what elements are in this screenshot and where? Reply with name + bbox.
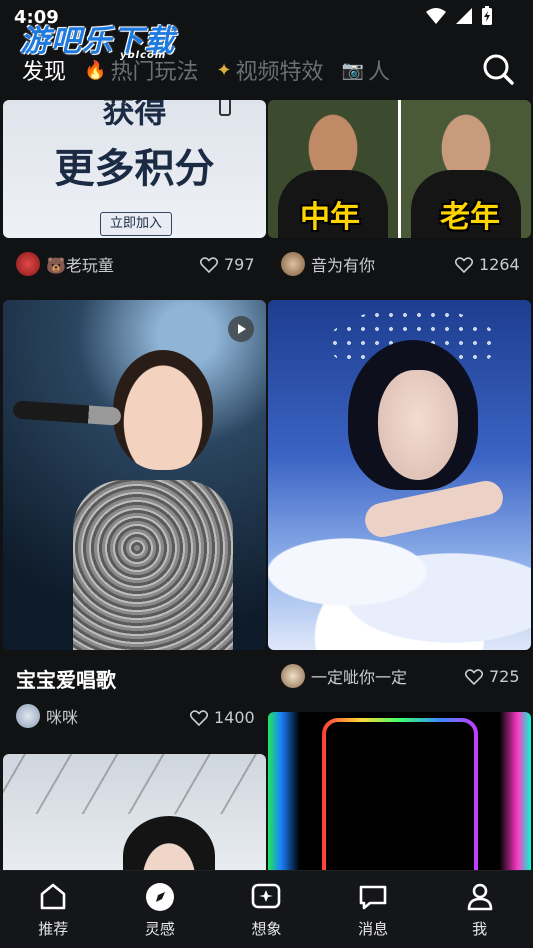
tab-label: 人	[367, 60, 390, 85]
system-icons	[425, 6, 493, 26]
nav-me[interactable]: 我	[426, 871, 533, 948]
snow-branches	[3, 754, 266, 814]
top-tabs: 发现 🔥 热门玩法 ✦ 视频特效 📷 人	[0, 50, 533, 90]
nav-imagine[interactable]: 想象	[213, 871, 320, 948]
feed-card-neon[interactable]	[267, 712, 533, 870]
fire-icon: 🔥	[84, 59, 107, 81]
author-name: 音为有你	[311, 256, 376, 275]
compass-icon	[145, 883, 174, 911]
like-count[interactable]: 797	[200, 255, 255, 274]
tab-label: 视频特效	[235, 60, 324, 85]
avatar	[16, 704, 40, 728]
card-author[interactable]: 🐻老玩童	[16, 252, 114, 276]
signal-icon	[456, 8, 472, 24]
wifi-icon	[426, 8, 446, 24]
nav-label: 想象	[251, 920, 282, 938]
avatar	[281, 252, 305, 276]
neon-image	[268, 712, 531, 870]
sparkle-box-icon	[252, 883, 281, 909]
singing-image	[3, 300, 266, 650]
label-middle-age: 中年	[300, 200, 360, 235]
neon-frame	[322, 718, 478, 870]
card-title: 宝宝爱唱歌	[16, 668, 116, 692]
girl-face	[113, 350, 213, 470]
author-name: 一定呲你一定	[311, 668, 408, 687]
nav-label: 推荐	[38, 920, 69, 938]
content-feed[interactable]: 获得 更多积分 立即加入 🐻老玩童 797 中年 老年 音为有你 1264 宝宝…	[0, 100, 533, 870]
sparkle-icon: ✦	[216, 59, 232, 81]
like-count[interactable]: 725	[465, 667, 520, 686]
bottom-navigation: 推荐 灵感 想象 消息 我	[0, 870, 533, 948]
tab-label: 发现	[22, 60, 67, 85]
like-count[interactable]: 1264	[455, 255, 520, 274]
camera-icon: 📷	[341, 59, 364, 81]
battery-icon	[482, 6, 492, 25]
like-count[interactable]: 1400	[190, 708, 255, 727]
divider	[398, 100, 401, 238]
like-number: 1264	[479, 255, 520, 274]
promo-line2: 更多积分	[54, 146, 215, 192]
like-number: 1400	[214, 708, 255, 727]
author-name: 🐻老玩童	[46, 256, 114, 275]
snow-woman-head	[123, 816, 215, 870]
author-name: 咪咪	[46, 708, 79, 727]
tab-video-effects[interactable]: ✦ 视频特效	[216, 54, 323, 86]
snow-image	[3, 754, 266, 870]
woman-face	[378, 370, 458, 480]
label-old-age: 老年	[440, 200, 500, 235]
heart-icon	[200, 256, 218, 273]
fantasy-image	[268, 300, 531, 650]
avatar	[16, 252, 40, 276]
tab-portrait[interactable]: 📷 人	[342, 54, 390, 86]
nav-label: 我	[472, 920, 488, 938]
feed-card-snow[interactable]	[0, 754, 266, 870]
promo-image: 获得 更多积分 立即加入	[3, 100, 266, 238]
feed-card-fantasy[interactable]: 一定呲你一定 725	[267, 300, 533, 700]
tab-discover[interactable]: 发现	[22, 54, 66, 86]
feed-card-singing[interactable]: 宝宝爱唱歌 咪咪 1400	[0, 300, 266, 740]
message-icon	[359, 885, 387, 910]
play-icon[interactable]	[228, 316, 254, 342]
phone-outline	[219, 100, 231, 116]
tab-label: 热门玩法	[110, 60, 199, 85]
nav-label: 灵感	[144, 920, 175, 938]
nav-inspiration[interactable]: 灵感	[107, 871, 214, 948]
promo-join-button[interactable]: 立即加入	[100, 212, 172, 236]
heart-icon	[455, 256, 473, 273]
person-icon	[467, 883, 492, 911]
like-number: 797	[224, 255, 255, 274]
heart-icon	[190, 709, 208, 726]
aging-image: 中年 老年	[268, 100, 531, 238]
nav-label: 消息	[358, 920, 389, 938]
feed-card-aging[interactable]: 中年 老年 音为有你 1264	[267, 100, 533, 290]
home-icon	[40, 883, 66, 910]
nav-recommend[interactable]: 推荐	[0, 871, 107, 948]
card-author[interactable]: 咪咪	[16, 704, 78, 728]
card-author[interactable]: 一定呲你一定	[281, 664, 407, 688]
card-author[interactable]: 音为有你	[281, 252, 375, 276]
girl-dress	[73, 480, 233, 650]
search-icon[interactable]	[481, 52, 515, 86]
feed-card-promo[interactable]: 获得 更多积分 立即加入 🐻老玩童 797	[0, 100, 266, 290]
heart-icon	[465, 668, 483, 685]
tab-hot-play[interactable]: 🔥 热门玩法	[84, 54, 198, 86]
nav-messages[interactable]: 消息	[320, 871, 427, 948]
microphone	[12, 400, 122, 426]
avatar	[281, 664, 305, 688]
like-number: 725	[489, 667, 520, 686]
clouds	[268, 520, 531, 650]
